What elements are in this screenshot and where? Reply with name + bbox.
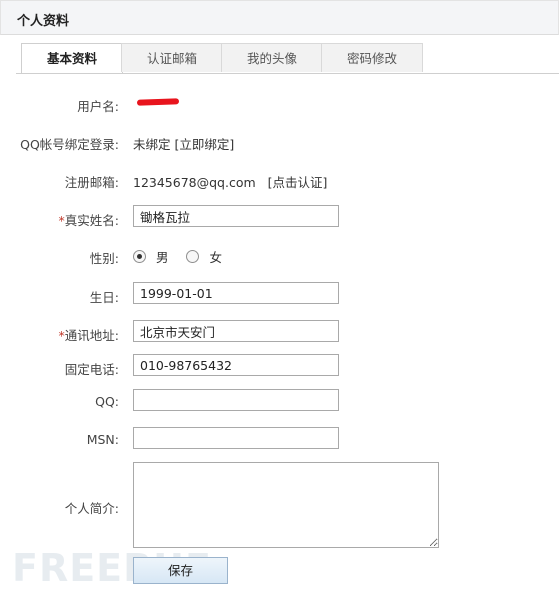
tab-bar-divider bbox=[16, 73, 559, 74]
username-redaction-mark bbox=[136, 98, 180, 106]
save-button[interactable]: 保存 bbox=[133, 557, 228, 584]
address-input[interactable] bbox=[133, 320, 339, 342]
msn-label: MSN: bbox=[86, 432, 119, 447]
gender-male-radio[interactable] bbox=[133, 250, 146, 263]
bio-label: 个人简介: bbox=[64, 501, 119, 516]
email-value: 12345678@qq.com bbox=[133, 175, 256, 190]
real-name-input[interactable] bbox=[133, 205, 339, 227]
tab-change-password[interactable]: 密码修改 bbox=[321, 43, 423, 72]
qq-input[interactable] bbox=[133, 389, 339, 411]
qq-bind-label: QQ帐号绑定登录: bbox=[20, 137, 119, 152]
page-header: 个人资料 bbox=[0, 0, 559, 35]
email-value-row: 12345678@qq.com [点击认证] bbox=[133, 172, 327, 191]
gender-options: 男 女 bbox=[133, 247, 222, 266]
verify-email-link[interactable]: [点击认证] bbox=[268, 175, 328, 190]
email-label: 注册邮箱: bbox=[64, 175, 119, 190]
username-label: 用户名: bbox=[77, 99, 119, 114]
page-title: 个人资料 bbox=[17, 14, 70, 29]
tab-basic-info[interactable]: 基本资料 bbox=[21, 43, 123, 74]
address-label: *通讯地址: bbox=[59, 325, 119, 344]
birthday-input[interactable] bbox=[133, 282, 339, 304]
qq-bind-now-link[interactable]: [立即绑定] bbox=[175, 137, 235, 152]
gender-female-radio[interactable] bbox=[186, 250, 200, 263]
msn-input[interactable] bbox=[133, 427, 339, 449]
phone-input[interactable] bbox=[133, 354, 339, 376]
tab-verify-email[interactable]: 认证邮箱 bbox=[121, 43, 223, 72]
real-name-label: *真实姓名: bbox=[59, 210, 119, 229]
birthday-label: 生日: bbox=[89, 290, 119, 305]
qq-label: QQ: bbox=[95, 394, 119, 409]
bio-textarea[interactable] bbox=[133, 462, 439, 548]
address-label-text: 通讯地址: bbox=[64, 328, 119, 343]
gender-label: 性别: bbox=[89, 251, 119, 266]
qq-bind-value: 未绑定 [立即绑定] bbox=[133, 134, 234, 153]
phone-label: 固定电话: bbox=[64, 362, 119, 377]
tab-my-avatar[interactable]: 我的头像 bbox=[221, 43, 323, 72]
real-name-label-text: 真实姓名: bbox=[64, 213, 119, 228]
gender-male-label: 男 bbox=[155, 250, 169, 265]
qq-bind-status: 未绑定 bbox=[133, 137, 171, 152]
gender-female-label: 女 bbox=[209, 250, 222, 265]
